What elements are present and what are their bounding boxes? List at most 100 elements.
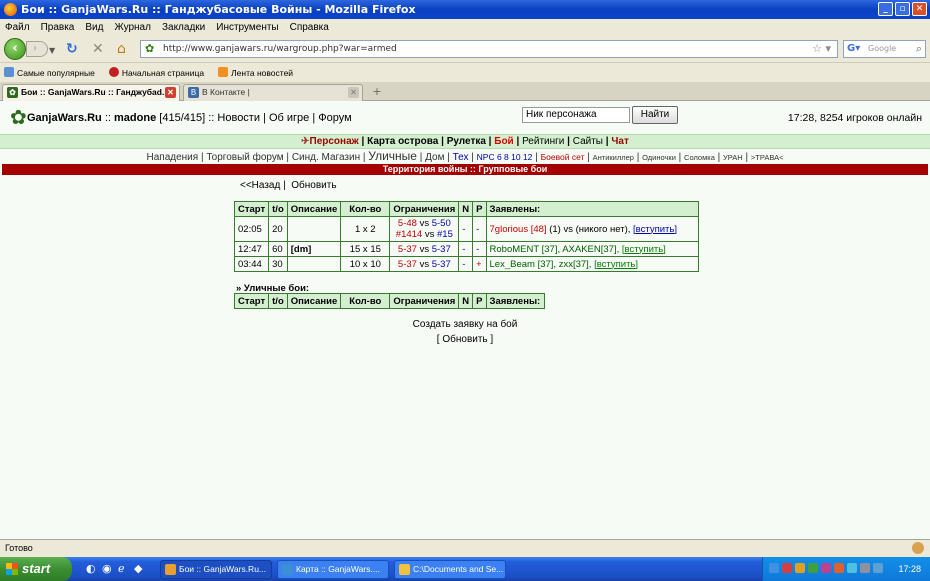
sub-trade[interactable]: Торговый форум <box>206 152 283 163</box>
tray-icon[interactable] <box>795 563 805 573</box>
sub-synd[interactable]: Синд. Магазин <box>292 152 360 163</box>
player-link[interactable]: RoboMENT [37], AXAKEN[37], <box>490 244 620 255</box>
back-button[interactable]: ‹ <box>4 38 26 60</box>
menu-view[interactable]: Вид <box>85 22 103 33</box>
back-links: <<Назад | Обновить <box>240 180 337 191</box>
menu-roulette[interactable]: Рулетка <box>447 136 486 147</box>
refresh-link[interactable]: Обновить <box>291 180 336 191</box>
sub-home[interactable]: Дом <box>425 152 444 163</box>
about-link[interactable]: Об игре <box>269 112 309 124</box>
maximize-button[interactable]: ▫ <box>895 2 910 16</box>
menu-history[interactable]: Журнал <box>114 22 151 33</box>
task-map[interactable]: Карта :: GanjaWars.... <box>277 560 389 579</box>
forward-button[interactable]: › <box>26 41 48 57</box>
tray-icon[interactable] <box>821 563 831 573</box>
system-tray: 17:28 <box>762 557 930 581</box>
menu-tools[interactable]: Инструменты <box>216 22 278 33</box>
task-explorer[interactable]: C:\Documents and Se... <box>394 560 506 579</box>
task-firefox[interactable]: Бои :: GanjaWars.Ru... <box>160 560 272 579</box>
sub-combat[interactable]: Боевой сет <box>541 152 585 162</box>
quicklaunch-icon[interactable]: ◉ <box>102 562 112 575</box>
tab-battles[interactable]: ✿ Бои :: GanjaWars.Ru :: Ганджубаd... ✕ <box>2 84 180 101</box>
find-button[interactable]: Найти <box>632 106 678 124</box>
tab-close-icon[interactable]: ✕ <box>165 87 176 98</box>
menu-help[interactable]: Справка <box>290 22 329 33</box>
join-link[interactable]: [вступить] <box>622 244 666 255</box>
page-content: ✿ GanjaWars.Ru :: madone [415/415] :: Но… <box>0 101 930 539</box>
menu-bookmarks[interactable]: Закладки <box>162 22 205 33</box>
sub-npc[interactable]: NPC 6 8 10 12 <box>477 152 533 162</box>
sub-single[interactable]: Одиночки <box>642 153 676 162</box>
player-link[interactable]: Lex_Beam [37], zxx[37], <box>490 259 592 270</box>
sub-straw[interactable]: Соломка <box>684 153 715 162</box>
search-box[interactable]: G▾ Google ⌕ <box>843 40 926 58</box>
col-p: P <box>472 201 487 217</box>
back-link[interactable]: <<Назад <box>240 180 280 191</box>
tab-close-icon[interactable]: ✕ <box>348 87 359 98</box>
forum-link[interactable]: Форум <box>318 112 351 124</box>
url-bar[interactable]: ✿ http://www.ganjawars.ru/wargroup.php?w… <box>140 40 838 58</box>
menu-sites[interactable]: Сайты <box>573 136 603 147</box>
bookmark-star-icon[interactable]: ☆ ▾ <box>812 41 831 57</box>
cannabis-leaf-icon: ✿ <box>10 105 27 129</box>
sub-grass[interactable]: >ТРАВА< <box>751 153 784 162</box>
bookmark-popular[interactable]: Самые популярные <box>4 67 95 78</box>
volume-icon[interactable] <box>860 563 870 573</box>
user-level: [415/415] <box>159 112 206 124</box>
join-link[interactable]: [вступить] <box>594 259 638 270</box>
sub-street[interactable]: Уличные <box>368 149 417 163</box>
home-icon[interactable]: ⌂ <box>117 42 126 56</box>
search-icon[interactable]: ⌕ <box>916 41 922 57</box>
tab-strip: ✿ Бои :: GanjaWars.Ru :: Ганджубаd... ✕ … <box>0 82 930 101</box>
menu-edit[interactable]: Правка <box>41 22 75 33</box>
quicklaunch-icon[interactable]: ◆ <box>134 562 142 575</box>
start-button[interactable]: start <box>0 557 72 581</box>
stop-icon[interactable]: ✕ <box>92 42 104 56</box>
google-icon[interactable]: G▾ <box>847 43 860 55</box>
menu-battle[interactable]: Бой <box>494 136 513 147</box>
menu-ratings[interactable]: Рейтинги <box>522 136 564 147</box>
firefox-page-icon <box>108 67 119 77</box>
menu-character[interactable]: Персонаж <box>310 136 359 147</box>
join-link[interactable]: [вступить] <box>633 224 677 235</box>
sub-tech[interactable]: Тех <box>453 152 469 163</box>
search-placeholder: Google <box>868 44 897 53</box>
network-icon[interactable] <box>873 563 883 573</box>
ie-icon <box>282 564 293 575</box>
menu-chat[interactable]: Чат <box>611 136 629 147</box>
site-name[interactable]: GanjaWars.Ru <box>27 112 102 124</box>
ie-icon[interactable]: ℯ <box>118 562 125 575</box>
addon-icon[interactable] <box>912 542 924 554</box>
group-battles-table: Старт t/o Описание Кол-во Ограничения N … <box>233 201 699 272</box>
nick-search-input[interactable]: Ник персонажа <box>522 107 630 123</box>
tray-icon[interactable] <box>834 563 844 573</box>
create-battle-link[interactable]: Создать заявку на бой <box>0 319 930 330</box>
minimize-button[interactable]: _ <box>878 2 893 16</box>
map-pin-icon: ✈ <box>301 136 310 147</box>
menu-map[interactable]: Карта острова <box>367 136 438 147</box>
menu-bar: Файл Правка Вид Журнал Закладки Инструме… <box>0 19 930 35</box>
bookmark-news[interactable]: Лента новостей <box>218 67 293 78</box>
tray-icon[interactable] <box>782 563 792 573</box>
user-name[interactable]: madone <box>114 112 156 124</box>
tab-vkontakte[interactable]: В В Контакте | ✕ <box>183 84 363 101</box>
tray-icon[interactable] <box>847 563 857 573</box>
refresh-button[interactable]: [ Обновить ] <box>0 334 930 345</box>
menu-file[interactable]: Файл <box>5 22 30 33</box>
quicklaunch-icon[interactable]: ◐ <box>86 562 96 575</box>
news-link[interactable]: Новости <box>217 112 260 124</box>
tray-icon[interactable] <box>808 563 818 573</box>
table-header-row: Старт t/o Описание Кол-во Ограничения N … <box>233 293 545 309</box>
new-tab-button[interactable]: + <box>366 84 388 100</box>
reload-icon[interactable]: ↻ <box>66 42 78 56</box>
sub-attacks[interactable]: Нападения <box>147 152 199 163</box>
windows-flag-icon <box>6 563 18 575</box>
tray-icon[interactable] <box>769 563 779 573</box>
history-dropdown-icon[interactable]: ▼ <box>49 44 55 58</box>
site-favicon-icon: ✿ <box>145 42 155 55</box>
player-link[interactable]: 7glorious [48] <box>490 224 547 235</box>
bookmark-home[interactable]: Начальная страница <box>108 67 204 78</box>
sub-uran[interactable]: УРАН <box>723 153 743 162</box>
sub-anti[interactable]: Антикиллер <box>593 153 634 162</box>
close-button[interactable]: ✕ <box>912 2 927 16</box>
